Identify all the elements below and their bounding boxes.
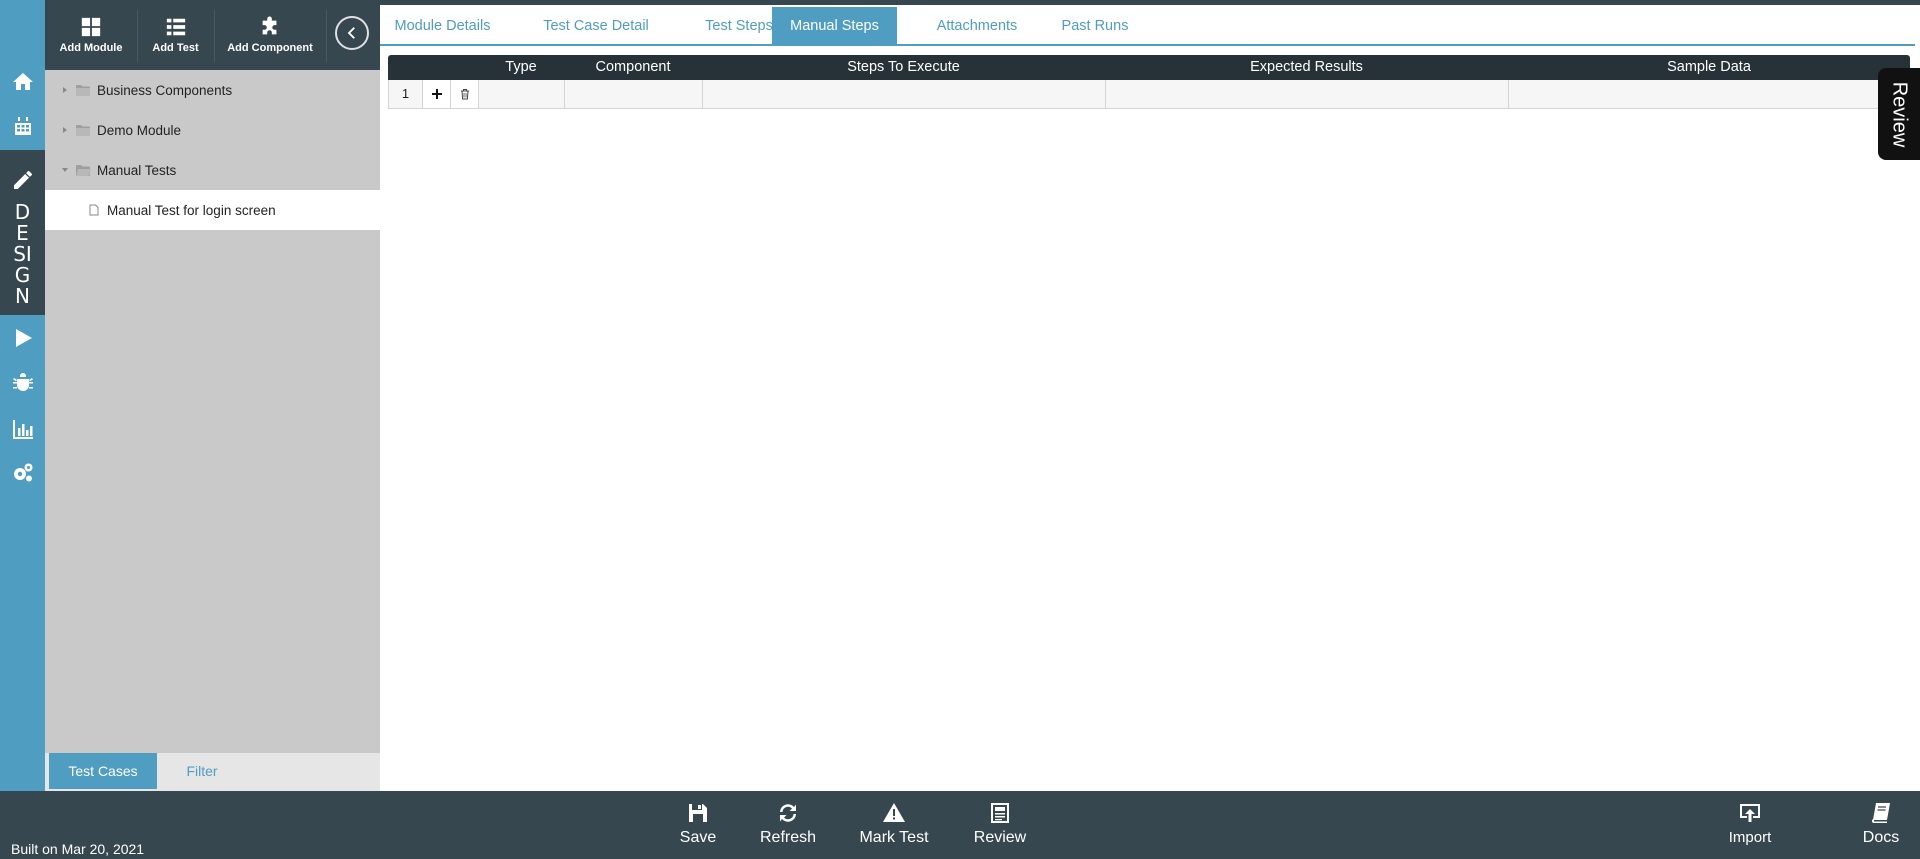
collapse-panel-button[interactable] <box>335 16 369 50</box>
bar-chart-icon[interactable] <box>0 409 45 449</box>
grid-icon <box>81 17 101 37</box>
column-header-type[interactable]: Type <box>478 55 564 80</box>
cell-sample[interactable] <box>1509 80 1909 108</box>
column-header-component[interactable]: Component <box>564 55 702 80</box>
refresh-button[interactable]: Refresh <box>756 801 820 855</box>
detail-tabs: Module Details Test Case Detail Test Ste… <box>380 7 1915 46</box>
column-header-sample[interactable]: Sample Data <box>1508 55 1910 80</box>
column-header-steps[interactable]: Steps To Execute <box>702 55 1105 80</box>
refresh-icon <box>780 804 796 822</box>
caret-right-icon[interactable] <box>61 126 69 134</box>
manual-steps-grid: Type Component Steps To Execute Expected… <box>388 55 1910 109</box>
bug-icon[interactable] <box>0 364 45 404</box>
pencil-icon <box>0 160 45 200</box>
cell-expected[interactable] <box>1106 80 1509 108</box>
cell-steps[interactable] <box>703 80 1106 108</box>
docs-button[interactable]: Docs <box>1856 801 1906 855</box>
left-nav-rail: D E SI G N <box>0 0 45 791</box>
tab-manual-steps[interactable]: Manual Steps <box>772 7 897 45</box>
warning-icon <box>883 803 905 822</box>
main-content: Module Details Test Case Detail Test Ste… <box>380 0 1920 791</box>
chevron-left-icon <box>347 27 355 39</box>
plus-icon <box>431 89 442 99</box>
folder-open-icon <box>76 165 91 176</box>
column-header-expected[interactable]: Expected Results <box>1105 55 1508 80</box>
mark-test-button[interactable]: Mark Test <box>856 801 932 855</box>
design-section[interactable]: D E SI G N <box>0 150 45 315</box>
floppy-disk-icon <box>689 804 707 822</box>
folder-icon <box>76 125 90 136</box>
review-side-tab[interactable]: Review <box>1878 68 1920 160</box>
tab-test-case-detail[interactable]: Test Case Detail <box>530 7 662 45</box>
add-component-button[interactable]: Add Component <box>214 10 327 62</box>
tree-toolbar: Add Module Add Test Add Component <box>45 0 380 70</box>
tree-tabs: Test Cases Filter <box>45 753 380 791</box>
gears-icon[interactable] <box>0 453 45 493</box>
folder-icon <box>76 85 90 96</box>
tree-node-business-components[interactable]: Business Components <box>45 70 380 110</box>
review-button[interactable]: Review <box>968 801 1032 855</box>
row-number: 1 <box>389 80 423 108</box>
puzzle-icon <box>262 16 277 35</box>
footer-bar: Built on Mar 20, 2021 Save Refresh Mark … <box>0 791 1920 859</box>
import-icon <box>1740 804 1760 822</box>
grid-header: Type Component Steps To Execute Expected… <box>388 55 1910 80</box>
book-icon <box>1872 803 1890 823</box>
save-button[interactable]: Save <box>672 801 724 855</box>
tab-filter[interactable]: Filter <box>157 753 247 789</box>
tab-past-runs[interactable]: Past Runs <box>1040 7 1150 45</box>
add-module-button[interactable]: Add Module <box>45 10 138 62</box>
cell-component[interactable] <box>565 80 703 108</box>
calendar-icon[interactable] <box>0 107 45 147</box>
import-button[interactable]: Import <box>1720 801 1780 855</box>
play-icon[interactable] <box>0 318 45 358</box>
delete-step-button[interactable] <box>451 80 479 108</box>
top-strip <box>380 0 1920 5</box>
caret-down-icon[interactable] <box>61 166 69 174</box>
test-tree-panel: Add Module Add Test Add Component Busine… <box>45 0 380 791</box>
design-label: D E SI G N <box>13 200 32 308</box>
add-test-button[interactable]: Add Test <box>137 10 215 62</box>
file-icon <box>89 204 99 216</box>
tree-node-manual-tests[interactable]: Manual Tests <box>45 150 380 190</box>
tree-node-manual-test-login[interactable]: Manual Test for login screen <box>45 190 380 230</box>
newspaper-icon <box>991 803 1009 823</box>
cell-type[interactable] <box>479 80 565 108</box>
list-icon <box>166 18 185 36</box>
trash-icon <box>460 89 469 100</box>
tab-test-cases[interactable]: Test Cases <box>49 753 157 789</box>
tree-node-demo-module[interactable]: Demo Module <box>45 110 380 150</box>
tab-module-details[interactable]: Module Details <box>380 7 505 45</box>
caret-right-icon[interactable] <box>61 86 69 94</box>
add-step-button[interactable] <box>423 80 451 108</box>
build-info: Built on Mar 20, 2021 <box>11 841 145 857</box>
home-icon[interactable] <box>0 62 45 102</box>
table-row: 1 <box>388 80 1910 109</box>
tab-attachments[interactable]: Attachments <box>912 7 1042 45</box>
